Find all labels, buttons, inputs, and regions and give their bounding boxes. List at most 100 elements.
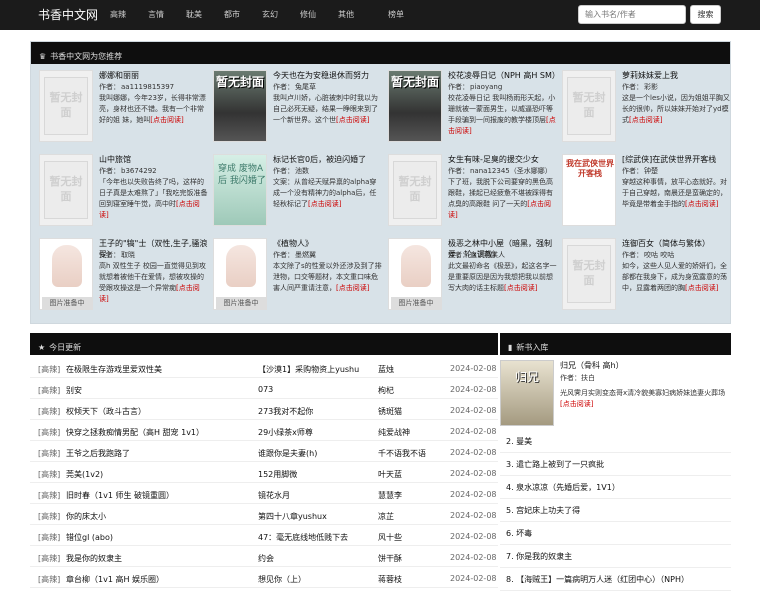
book-cover[interactable]: 图片准备中 — [388, 238, 442, 310]
book-cover[interactable]: 图片准备中 — [213, 238, 267, 310]
recommend-card[interactable]: 穿成 废物A后 我闪婚了 标记长官0后，被迫闪婚了 作者：池数 文案：从曾经天赋异禀的… — [209, 154, 379, 232]
book-link[interactable]: 王爷之后我跑路了 — [66, 448, 246, 459]
chapter-link[interactable]: 第四十八章yushux — [258, 511, 376, 522]
nav-link-dushi[interactable]: 都市 — [224, 9, 240, 20]
book-link[interactable]: 权倾天下（政斗古言） — [66, 406, 246, 417]
book-link[interactable]: 在极限生存游戏里爱双性美 — [66, 364, 246, 375]
book-cover[interactable]: 暂无封面 — [562, 70, 616, 142]
recommend-card[interactable]: 我在武侠世界开客栈 [综武侠]在武侠世界开客栈 作者：钟楚 穿越这种事情，放平心态就好… — [558, 154, 728, 232]
book-title[interactable]: 标记长官0后，被迫闪婚了 — [273, 154, 383, 165]
book-link[interactable]: 别安 — [66, 385, 246, 396]
list-item[interactable]: 2. 曼美 — [500, 430, 731, 453]
book-cover[interactable]: 图片准备中 — [39, 238, 93, 310]
search-button[interactable]: 搜索 — [690, 5, 721, 24]
list-item[interactable]: 8. 【海贼王】一篇病明万人迷（红团中心）（NPH） — [500, 568, 731, 591]
chapter-link[interactable]: 073 — [258, 385, 376, 394]
category-tag[interactable]: [高辣] — [38, 427, 60, 438]
list-item[interactable]: 5. 宫妃床上功夫了得 — [500, 499, 731, 522]
book-cover[interactable]: 暂无封面 — [39, 70, 93, 142]
recommend-card[interactable]: 暂无封面 女生有味-足臭的援交少女 作者：nana12345（圣水娜娜） 下了班，我脱… — [384, 154, 554, 232]
book-link[interactable]: 错位gl (abo) — [66, 532, 246, 543]
book-title[interactable]: 连御百女（简体与繁体） — [622, 238, 732, 249]
book-cover[interactable]: 暂无封面 — [213, 70, 267, 142]
book-cover[interactable]: 暂无封面 — [388, 154, 442, 226]
book-title[interactable]: 萝莉妹妹爱上我 — [622, 70, 732, 81]
book-title[interactable]: 校花凌辱日记（NPH 高H SM） — [448, 70, 560, 81]
chapter-link[interactable]: 152用脚微 — [258, 469, 376, 480]
read-link[interactable]: [点击阅读] — [685, 284, 718, 292]
recommend-card[interactable]: 暂无封面 今天也在为安稳退休而努力 作者：兔尾草 我叫卢川娇，心脏被刺中时我以为自己必… — [209, 70, 379, 148]
new-book-title[interactable]: 归兄（骨科 高h） — [560, 360, 624, 371]
recommend-card[interactable]: 图片准备中 王子的"犒"士（双性,生子,骚浪受） 作者：取晓 高h 双性生子 校园一直… — [35, 238, 207, 316]
category-tag[interactable]: [高辣] — [38, 385, 60, 396]
book-cover[interactable]: 暂无封面 — [562, 238, 616, 310]
chapter-link[interactable]: 47：毫无底线地低贱下去 — [258, 532, 376, 543]
book-link[interactable]: 你的床太小 — [66, 511, 246, 522]
recommend-card[interactable]: 图片准备中 《植物人》 作者：墨燃翼 本文除了s的性爱以外还涉及到了排泄物，口交等题材… — [209, 238, 382, 316]
book-link[interactable]: 莞美(1v2) — [66, 469, 246, 480]
read-link[interactable]: [点击阅读] — [308, 200, 341, 208]
list-item[interactable]: 6. 坏毒 — [500, 522, 731, 545]
book-title[interactable]: 《植物人》 — [273, 238, 383, 249]
site-brand[interactable]: 书香中文网 — [38, 6, 98, 23]
chapter-link[interactable]: 镜花水月 — [258, 490, 376, 501]
read-link[interactable]: [点击阅读] — [336, 284, 369, 292]
recommend-card[interactable]: 暂无封面 娜娜和丽丽 作者：aa1119815397 我叫娜娜，今年23岁，长得非常漂… — [35, 70, 206, 148]
chapter-link[interactable]: 约会 — [258, 553, 376, 564]
book-link[interactable]: 我是你的奴隶主 — [66, 553, 246, 564]
category-tag[interactable]: [高辣] — [38, 406, 60, 417]
book-title[interactable]: 女生有味-足臭的援交少女 — [448, 154, 558, 165]
recommend-card[interactable]: 图片准备中 极恶之林中小屋（暗黑，强制爱，轮x调教） 作者：血下燕某人 此文最初命名《… — [384, 238, 557, 316]
read-link[interactable]: [点击阅读] — [685, 200, 718, 208]
nav-link-xuanhuan[interactable]: 玄幻 — [262, 9, 278, 20]
book-title[interactable]: 娜娜和丽丽 — [99, 70, 209, 81]
book-title[interactable]: 今天也在为安稳退休而努力 — [273, 70, 383, 81]
chapter-link[interactable]: 29小绿茶x师尊 — [258, 427, 376, 438]
chapter-link[interactable]: 谁跟你是夫妻(h) — [258, 448, 376, 459]
read-link[interactable]: [点击阅读] — [504, 284, 537, 292]
category-tag[interactable]: [高辣] — [38, 574, 60, 585]
nav-link-qita[interactable]: 其他 — [338, 9, 354, 20]
book-cover[interactable]: 穿成 废物A后 我闪婚了 — [213, 154, 267, 226]
chapter-link[interactable]: 【沙漠1】采购物资上yushu — [258, 364, 376, 375]
book-cover[interactable]: 暂无封面 — [39, 154, 93, 226]
chapter-link[interactable]: 273我对不起你 — [258, 406, 376, 417]
category-tag[interactable]: [高辣] — [38, 532, 60, 543]
recommend-card[interactable]: 暂无封面 山中旅馆 作者：b3674292 「今年也以失败告终了吗，这样的日子真是太难… — [35, 154, 208, 232]
read-link[interactable]: [点击阅读] — [629, 116, 662, 124]
category-tag[interactable]: [高辣] — [38, 490, 60, 501]
search-input[interactable] — [578, 5, 686, 24]
list-item[interactable]: 3. 遣亡路上被到了一只疯批 — [500, 453, 731, 476]
recommend-card[interactable]: 暂无封面 校花凌辱日记（NPH 高H SM） 作者：piaoyang 校花凌辱日记 我… — [384, 70, 560, 148]
nav-link-yanqing[interactable]: 言情 — [148, 9, 164, 20]
recommend-card[interactable]: 暂无封面 萝莉妹妹爱上我 作者：彩影 这是一个les小说，因为姐姐平胸又长的很帅，所以… — [558, 70, 730, 148]
new-book-feature[interactable]: 归兄 归兄（骨科 高h） 作者：扶白 光风霁月实则变态哥x清冷貌美寡妇病娇妹追妻… — [500, 360, 731, 430]
book-link[interactable]: 快穿之拯救痴情男配（高H 甜宠 1v1） — [66, 427, 246, 438]
new-book-cover[interactable]: 归兄 — [500, 360, 554, 426]
category-tag[interactable]: [高辣] — [38, 364, 60, 375]
book-cover[interactable]: 我在武侠世界开客栈 — [562, 154, 616, 226]
book-cover[interactable]: 暂无封面 — [388, 70, 442, 142]
list-item[interactable]: 7. 你是我的奴隶主 — [500, 545, 731, 568]
read-link[interactable]: [点击阅读] — [150, 116, 183, 124]
category-tag[interactable]: [高辣] — [38, 511, 60, 522]
book-author: 作者：piaoyang — [448, 83, 503, 91]
book-title[interactable]: [综武侠]在武侠世界开客栈 — [622, 154, 732, 165]
recommend-card[interactable]: 暂无封面 连御百女（简体与繁体） 作者：咬咕 咬咕 如今，这些人见人爱的娇妍们，全部都… — [558, 238, 728, 316]
category-tag[interactable]: [高辣] — [38, 469, 60, 480]
book-title[interactable]: 山中旅馆 — [99, 154, 209, 165]
read-link[interactable]: [点击阅读] — [336, 116, 369, 124]
book-link[interactable]: 章台柳（1v1 高H 娱乐圈） — [66, 574, 246, 585]
new-book-read-link[interactable]: [点击阅读] — [560, 400, 593, 408]
category-tag[interactable]: [高辣] — [38, 448, 60, 459]
book-desc: 这是一个les小说，因为姐姐平胸又长的很帅，所以妹妹开始对了yd模式[点击阅读] — [622, 94, 730, 124]
list-item[interactable]: 4. 泉水凉凉（先婚后爱，1V1） — [500, 476, 731, 499]
nav-link-rank[interactable]: 榜单 — [388, 9, 404, 20]
user-icon: 作者： — [273, 167, 294, 175]
nav-link-danmei[interactable]: 耽美 — [186, 9, 202, 20]
book-link[interactable]: 旧时春（1v1 师生 破镜重圆） — [66, 490, 246, 501]
category-tag[interactable]: [高辣] — [38, 553, 60, 564]
nav-link-xiuxian[interactable]: 修仙 — [300, 9, 316, 20]
chapter-link[interactable]: 想见你（上） — [258, 574, 376, 585]
nav-link-gaola[interactable]: 高辣 — [110, 9, 126, 20]
